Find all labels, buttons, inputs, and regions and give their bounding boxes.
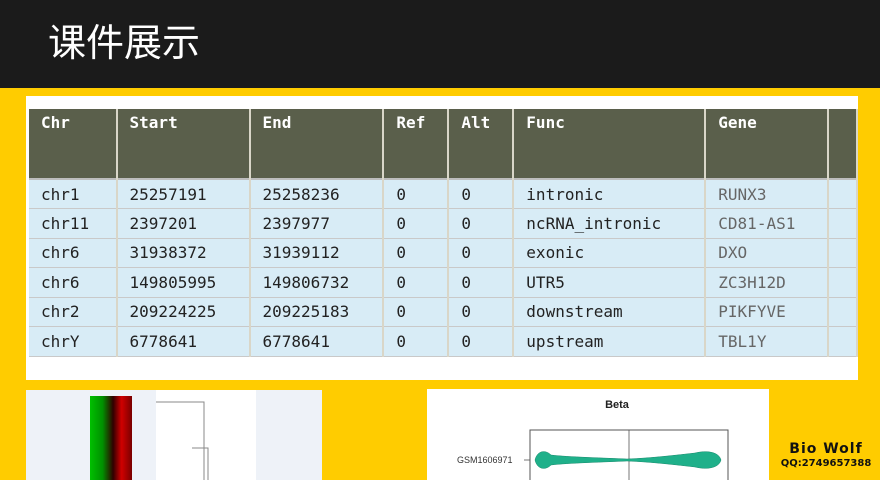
cell-gene: RUNX3 [705,178,830,209]
cell-alt: 0 [448,267,515,298]
cell-ref: 0 [383,326,450,357]
table-row: chr6 31938372 31939112 0 0 exonic DXO [29,238,858,268]
cell-chr: chr2 [29,297,118,327]
cell-func: ncRNA_intronic [513,208,707,239]
cell-extra [828,267,858,298]
table-row: chr2 209224225 209225183 0 0 downstream … [29,297,858,327]
column-header-extra [828,109,858,179]
cell-chr: chr1 [29,178,118,209]
cell-end: 2397977 [249,208,385,239]
cell-start: 209224225 [116,297,251,327]
cell-gene: CD81-AS1 [705,208,830,239]
cell-end: 6778641 [249,326,385,357]
violin-plot-thumbnail: Beta GSM1606971 [427,389,769,480]
slide-header: 课件展示 [0,0,880,88]
column-header-gene: Gene [705,109,830,179]
cell-func: downstream [513,297,707,327]
cell-end: 31939112 [249,238,385,268]
cell-alt: 0 [448,178,515,209]
dendrogram-lines [156,401,209,480]
table-header-row: Chr Start End Ref Alt Func Gene [29,109,858,179]
cell-chr: chrY [29,326,118,357]
watermark-name: Bio Wolf [789,441,863,457]
cell-ref: 0 [383,178,450,209]
cell-alt: 0 [448,208,515,239]
table-row: chr11 2397201 2397977 0 0 ncRNA_intronic… [29,208,858,239]
cell-extra [828,297,858,327]
column-header-start: Start [116,109,251,179]
cell-func: upstream [513,326,707,357]
cell-start: 2397201 [116,208,251,239]
cell-ref: 0 [383,297,450,327]
slide-title: 课件展示 [48,21,201,65]
cell-extra [828,178,858,209]
column-header-end: End [249,109,385,179]
cell-alt: 0 [448,297,515,327]
violin-plot-svg [524,429,729,480]
cell-extra [828,208,858,239]
cell-ref: 0 [383,208,450,239]
heatmap-thumbnail [26,390,322,480]
cell-extra [828,326,858,357]
cell-chr: chr11 [29,208,118,239]
cell-gene: PIKFYVE [705,297,830,327]
cell-alt: 0 [448,238,515,268]
cell-chr: chr6 [29,238,118,268]
cell-end: 209225183 [249,297,385,327]
bio-wolf-watermark: Bio Wolf QQ:2749657388 [772,441,880,470]
cell-gene: TBL1Y [705,326,830,357]
cell-ref: 0 [383,267,450,298]
cell-func: intronic [513,178,707,209]
cell-gene: DXO [705,238,830,268]
table-row: chr6 149805995 149806732 0 0 UTR5 ZC3H12… [29,267,858,298]
violin-shape [534,451,722,469]
table-row: chrY 6778641 6778641 0 0 upstream TBL1Y [29,326,858,357]
column-header-chr: Chr [29,109,118,179]
table-row: chr1 25257191 25258236 0 0 intronic RUNX… [29,178,858,209]
column-header-alt: Alt [448,109,515,179]
cell-chr: chr6 [29,267,118,298]
cell-gene: ZC3H12D [705,267,830,298]
cell-start: 6778641 [116,326,251,357]
variant-annotation-table: Chr Start End Ref Alt Func Gene chr1 252… [29,109,858,357]
cell-func: UTR5 [513,267,707,298]
cell-start: 149805995 [116,267,251,298]
cell-ref: 0 [383,238,450,268]
cell-end: 149806732 [249,267,385,298]
cell-func: exonic [513,238,707,268]
variant-table-panel: Chr Start End Ref Alt Func Gene chr1 252… [26,96,858,380]
cell-extra [828,238,858,268]
watermark-qq: QQ:2749657388 [780,458,872,469]
column-header-func: Func [513,109,707,179]
cell-end: 25258236 [249,178,385,209]
cell-start: 25257191 [116,178,251,209]
cell-alt: 0 [448,326,515,357]
cell-start: 31938372 [116,238,251,268]
column-header-ref: Ref [383,109,450,179]
